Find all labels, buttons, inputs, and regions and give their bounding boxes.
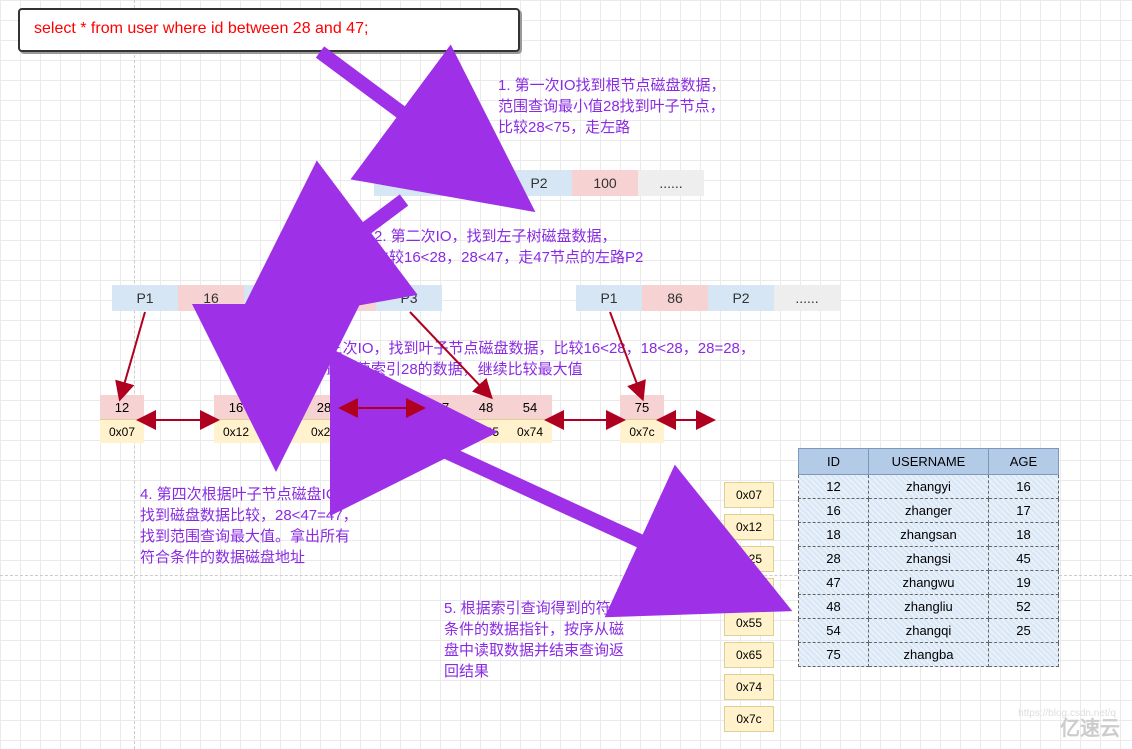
table-cell: zhangliu — [869, 595, 989, 619]
col-username: USERNAME — [869, 449, 989, 475]
leaf-key: 75 — [620, 395, 664, 419]
table-cell: zhangqi — [869, 619, 989, 643]
table-cell: 47 — [799, 571, 869, 595]
leaf-addr: 0x25 — [258, 419, 302, 443]
leaf-addr: 0x07 — [100, 419, 144, 443]
pointer-cell: P1 — [374, 170, 440, 196]
key-cell: 16 — [178, 285, 244, 311]
table-cell: 19 — [989, 571, 1059, 595]
leaf-key: 18 — [258, 395, 302, 419]
key-cell: 86 — [642, 285, 708, 311]
table-cell: 17 — [989, 499, 1059, 523]
table-cell — [989, 643, 1059, 667]
diagram-canvas: select * from user where id between 28 a… — [0, 0, 1132, 749]
table-cell: 45 — [989, 547, 1059, 571]
table-body: 12zhangyi1616zhanger1718zhangsan1828zhan… — [799, 475, 1059, 667]
table-cell: 52 — [989, 595, 1059, 619]
table-row: 54zhangqi25 — [799, 619, 1059, 643]
table-cell: zhangwu — [869, 571, 989, 595]
sql-statement: select * from user where id between 28 a… — [18, 8, 520, 52]
data-table: ID USERNAME AGE 12zhangyi1616zhanger1718… — [798, 448, 1059, 667]
leaf-addr: 0x65 — [464, 419, 508, 443]
internal-node-left: P1 16 P2 47 P3 — [112, 285, 442, 311]
table-cell: 18 — [989, 523, 1059, 547]
addr-cell: 0x74 — [724, 674, 774, 700]
table-cell: 54 — [799, 619, 869, 643]
col-age: AGE — [989, 449, 1059, 475]
table-row: 16zhanger17 — [799, 499, 1059, 523]
leaf-node-2: 16 18 28 0x12 0x25 0x29 — [214, 395, 346, 443]
table-cell: 25 — [989, 619, 1059, 643]
table-cell: 16 — [799, 499, 869, 523]
addr-cell: 0x55 — [724, 610, 774, 636]
key-cell: 75 — [440, 170, 506, 196]
table-cell: zhangyi — [869, 475, 989, 499]
address-column: 0x07 0x12 0x25 0x29 0x55 0x65 0x74 0x7c — [724, 482, 774, 738]
table-cell: 28 — [799, 547, 869, 571]
table-row: 18zhangsan18 — [799, 523, 1059, 547]
ellipsis-cell: ...... — [638, 170, 704, 196]
table-cell: zhangba — [869, 643, 989, 667]
table-row: 47zhangwu19 — [799, 571, 1059, 595]
internal-node-right: P1 86 P2 ...... — [576, 285, 840, 311]
pointer-cell: P2 — [244, 285, 310, 311]
leaf-key: 48 — [464, 395, 508, 419]
watermark-logo: 亿速云 — [1060, 712, 1120, 741]
leaf-addr: 0x29 — [302, 419, 346, 443]
key-cell: 47 — [310, 285, 376, 311]
table-cell: zhangsi — [869, 547, 989, 571]
annotation-3: 3. 第三次IO，找到叶子节点磁盘数据，比较16<28，18<28，28=28，… — [296, 338, 755, 380]
annotation-1: 1. 第一次IO找到根节点磁盘数据， 范围查询最小值28找到叶子节点， 比较28… — [498, 75, 726, 138]
table-cell: 12 — [799, 475, 869, 499]
leaf-key: 28 — [302, 395, 346, 419]
table-cell: 18 — [799, 523, 869, 547]
guide-line — [134, 0, 135, 749]
leaf-key: 47 — [420, 395, 464, 419]
addr-cell: 0x65 — [724, 642, 774, 668]
annotation-2: 2. 第二次IO，找到左子树磁盘数据， 比较16<28，28<47，走47节点的… — [374, 226, 643, 268]
leaf-node-1: 12 0x07 — [100, 395, 144, 443]
table-row: 12zhangyi16 — [799, 475, 1059, 499]
addr-cell: 0x12 — [724, 514, 774, 540]
leaf-addr: 0x74 — [508, 419, 552, 443]
key-cell: 100 — [572, 170, 638, 196]
addr-cell: 0x7c — [724, 706, 774, 732]
leaf-addr: 0x55 — [420, 419, 464, 443]
pointer-cell: P2 — [708, 285, 774, 311]
col-id: ID — [799, 449, 869, 475]
leaf-key: 54 — [508, 395, 552, 419]
addr-cell: 0x25 — [724, 546, 774, 572]
leaf-node-4: 75 0x7c — [620, 395, 664, 443]
table-cell: zhanger — [869, 499, 989, 523]
annotation-4: 4. 第四次根据叶子节点磁盘IO， 找到磁盘数据比较，28<47=47， 找到范… — [140, 484, 358, 568]
table-cell: 75 — [799, 643, 869, 667]
leaf-key: 12 — [100, 395, 144, 419]
table-row: 75zhangba — [799, 643, 1059, 667]
leaf-key: 16 — [214, 395, 258, 419]
table-row: 48zhangliu52 — [799, 595, 1059, 619]
pointer-cell: P3 — [376, 285, 442, 311]
table-cell: 48 — [799, 595, 869, 619]
table-cell: 16 — [989, 475, 1059, 499]
leaf-addr: 0x12 — [214, 419, 258, 443]
pointer-cell: P1 — [112, 285, 178, 311]
annotation-5: 5. 根据索引查询得到的符合 条件的数据指针，按序从磁 盘中读取数据并结束查询返… — [444, 598, 626, 682]
pointer-cell: P1 — [576, 285, 642, 311]
addr-cell: 0x29 — [724, 578, 774, 604]
pointer-cell: P2 — [506, 170, 572, 196]
ellipsis-cell: ...... — [774, 285, 840, 311]
addr-cell: 0x07 — [724, 482, 774, 508]
root-node: P1 75 P2 100 ...... — [374, 170, 704, 196]
leaf-addr: 0x7c — [620, 419, 664, 443]
table-cell: zhangsan — [869, 523, 989, 547]
table-row: 28zhangsi45 — [799, 547, 1059, 571]
leaf-node-3: 47 48 54 0x55 0x65 0x74 — [420, 395, 552, 443]
